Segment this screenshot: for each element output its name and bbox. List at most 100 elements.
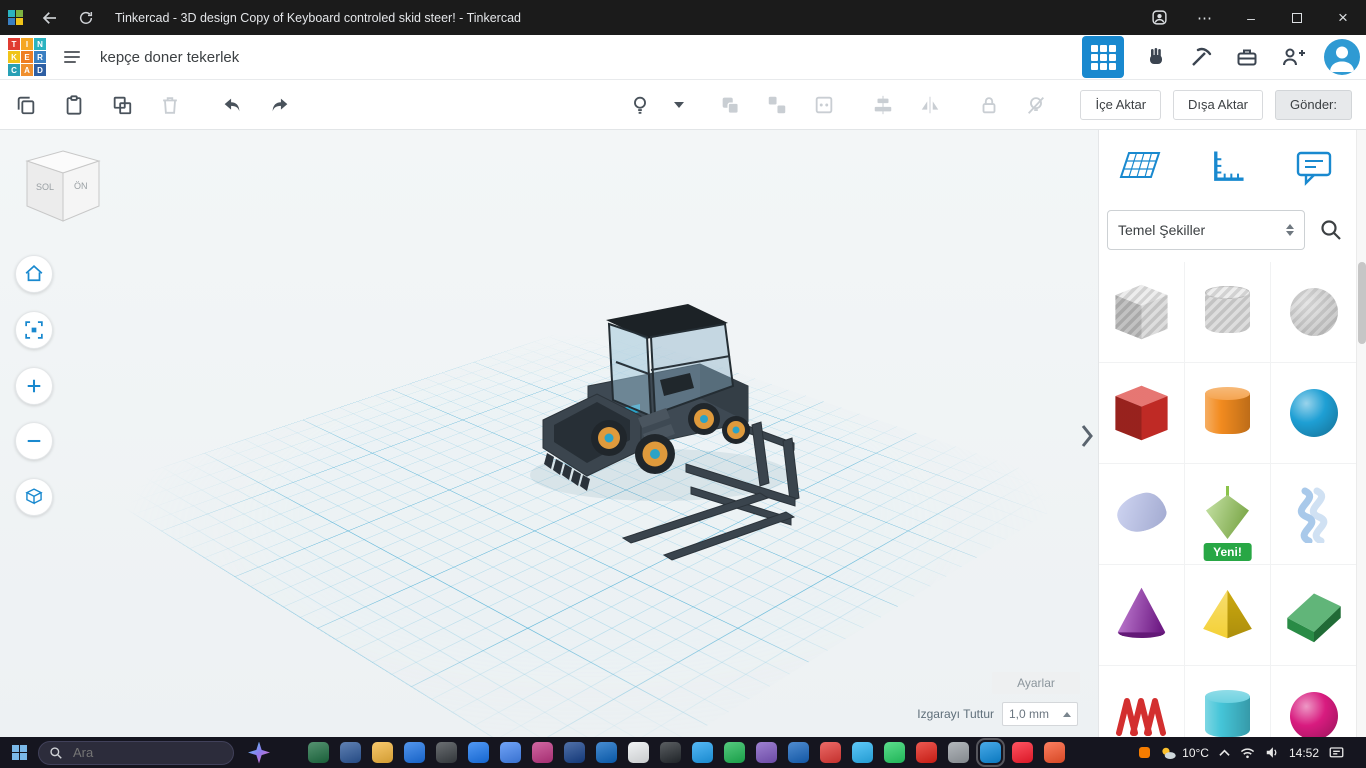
taskbar-app-icon[interactable] [1044, 742, 1065, 763]
settings-button[interactable]: Ayarlar [992, 672, 1080, 694]
shape-tile-hole-box[interactable] [1099, 262, 1185, 363]
zoom-in-button[interactable] [15, 367, 53, 405]
taskbar-app-icon[interactable] [756, 742, 777, 763]
refresh-button[interactable] [71, 4, 101, 32]
menu-icon[interactable] [60, 44, 86, 70]
more-icon[interactable]: ⋯ [1182, 0, 1228, 35]
shape-category-select[interactable]: Temel Şekiller [1107, 210, 1305, 250]
taskbar-search[interactable] [38, 741, 234, 765]
copy-button[interactable] [10, 89, 42, 121]
align-button[interactable] [867, 89, 899, 121]
minecraft-pickaxe-icon[interactable] [1186, 42, 1216, 72]
hidden-icons-chevron[interactable] [1219, 749, 1230, 757]
ungroup-button[interactable] [761, 89, 793, 121]
taskbar-app-icon[interactable] [1012, 742, 1033, 763]
taskbar-app-icon[interactable] [308, 742, 329, 763]
undo-button[interactable] [216, 89, 248, 121]
close-button[interactable]: × [1320, 0, 1366, 35]
shape-tile-box[interactable] [1099, 363, 1185, 464]
weather-widget[interactable]: 10°C [1160, 746, 1209, 760]
scrollbar-thumb[interactable] [1358, 262, 1366, 344]
taskbar-app-icon[interactable] [916, 742, 937, 763]
search-icon-button[interactable] [1313, 212, 1349, 248]
search-input[interactable] [71, 744, 201, 761]
notification-center-icon[interactable] [1329, 746, 1344, 760]
flip-mirror-button[interactable] [914, 89, 946, 121]
taskbar-app-icon[interactable] [660, 742, 681, 763]
briefcase-icon[interactable] [1232, 42, 1262, 72]
taskbar-app-icon[interactable] [692, 742, 713, 763]
shape-tile-hole-sphere[interactable] [1271, 262, 1357, 363]
shape-tile-scribble[interactable] [1099, 464, 1185, 565]
shape-tile-cone[interactable] [1099, 565, 1185, 666]
shape-tile-tube[interactable] [1185, 666, 1271, 737]
shape-tile-spinning-top[interactable]: Yeni! [1185, 464, 1271, 565]
taskbar-app-icon[interactable] [948, 742, 969, 763]
shape-tile-roof[interactable] [1271, 565, 1357, 666]
group-button[interactable] [714, 89, 746, 121]
notes-panel-button[interactable] [1287, 140, 1341, 194]
volume-icon[interactable] [1265, 746, 1279, 759]
export-button[interactable]: Dışa Aktar [1173, 90, 1263, 120]
sim-hand-icon[interactable] [1140, 42, 1170, 72]
taskbar-app-icon[interactable] [628, 742, 649, 763]
view-3d-button[interactable] [1082, 36, 1124, 78]
perspective-toggle-button[interactable] [15, 478, 53, 516]
taskbar-app-icon[interactable] [788, 742, 809, 763]
group-edit-button[interactable] [808, 89, 840, 121]
ruler-panel-button[interactable] [1201, 140, 1255, 194]
import-button[interactable]: İçe Aktar [1080, 90, 1161, 120]
shape-tile-squiggle[interactable] [1271, 464, 1357, 565]
taskbar-app-icon[interactable] [884, 742, 905, 763]
paste-button[interactable] [58, 89, 90, 121]
taskbar-app-icon[interactable] [372, 742, 393, 763]
panel-scrollbar[interactable] [1356, 130, 1366, 737]
shape-tile-text[interactable] [1099, 666, 1185, 737]
start-button[interactable] [0, 737, 38, 768]
shape-tile-pyramid[interactable] [1185, 565, 1271, 666]
taskbar-app-icon[interactable] [724, 742, 745, 763]
light-dropdown-icon[interactable] [671, 89, 687, 121]
avatar[interactable] [1324, 39, 1360, 75]
lock-button[interactable] [973, 89, 1005, 121]
skid-steer-model[interactable] [530, 304, 799, 560]
fit-view-button[interactable] [15, 311, 53, 349]
tray-app-icon[interactable] [1139, 747, 1150, 758]
light-bulb-button[interactable] [624, 89, 656, 121]
redo-button[interactable] [264, 89, 296, 121]
snap-grid-select[interactable]: 1,0 mm [1002, 702, 1078, 726]
duplicate-button[interactable] [106, 89, 138, 121]
taskbar-app-icon[interactable] [596, 742, 617, 763]
copilot-icon[interactable] [248, 742, 270, 764]
send-button[interactable]: Gönder: [1275, 90, 1352, 120]
view-cube[interactable]: SOL ÖN [20, 148, 110, 243]
taskbar-app-icon[interactable] [532, 742, 553, 763]
taskbar-app-icon[interactable] [820, 742, 841, 763]
back-button[interactable] [35, 4, 65, 32]
zoom-out-button[interactable] [15, 422, 53, 460]
maximize-button[interactable] [1274, 0, 1320, 35]
workplane-panel-button[interactable] [1115, 140, 1169, 194]
taskbar-app-icon[interactable] [340, 742, 361, 763]
taskbar-app-icon[interactable] [468, 742, 489, 763]
taskbar-app-icon[interactable] [404, 742, 425, 763]
network-icon[interactable] [1240, 747, 1255, 759]
hide-button[interactable] [1020, 89, 1052, 121]
taskbar-app-icon[interactable] [564, 742, 585, 763]
taskbar-app-icon-active[interactable] [980, 742, 1001, 763]
shape-tile-cylinder[interactable] [1185, 363, 1271, 464]
home-view-button[interactable] [15, 255, 53, 293]
design-name[interactable]: kepçe doner tekerlek [100, 49, 239, 66]
delete-button[interactable] [154, 89, 186, 121]
taskbar-app-icon[interactable] [852, 742, 873, 763]
shape-tile-hole-cylinder[interactable] [1185, 262, 1271, 363]
shape-tile-sphere[interactable] [1271, 363, 1357, 464]
clock[interactable]: 14:52 [1289, 746, 1319, 760]
taskbar-app-icon[interactable] [436, 742, 457, 763]
minimize-button[interactable]: – [1228, 0, 1274, 35]
tinkercad-logo[interactable]: T I N K E R C A D [8, 38, 46, 76]
browser-profile-icon[interactable] [1136, 0, 1182, 35]
shape-tile-round[interactable] [1271, 666, 1357, 737]
invite-person-icon[interactable] [1278, 42, 1308, 72]
taskbar-app-icon[interactable] [500, 742, 521, 763]
